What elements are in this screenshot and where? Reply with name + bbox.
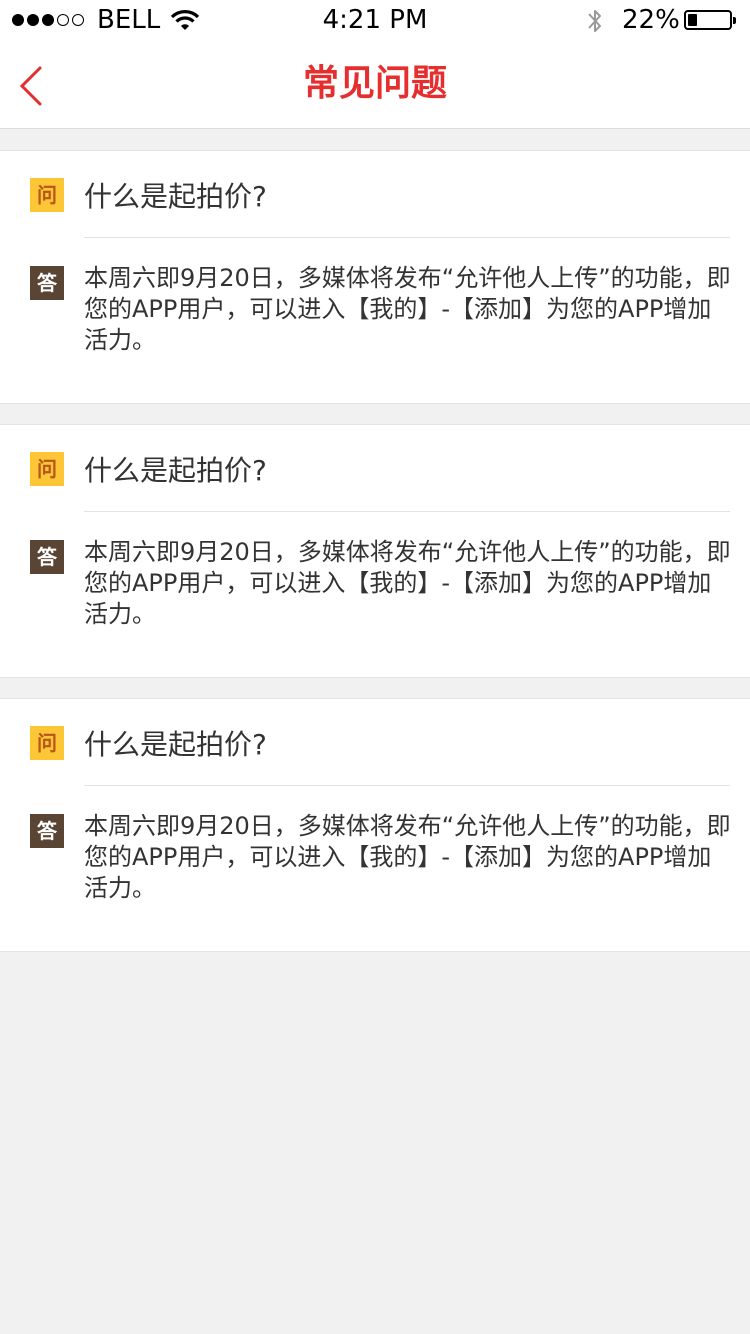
divider bbox=[84, 511, 730, 512]
divider bbox=[84, 785, 730, 786]
faq-card: 问 什么是起拍价? 答 本周六即9月20日，多媒体将发布“允许他人上传”的功能，… bbox=[0, 424, 750, 678]
faq-answer: 本周六即9月20日，多媒体将发布“允许他人上传”的功能，即您的APP用户，可以进… bbox=[84, 264, 731, 354]
battery-level-fill bbox=[688, 14, 697, 26]
battery-icon bbox=[684, 10, 736, 30]
question-badge: 问 bbox=[30, 726, 64, 760]
faq-answer: 本周六即9月20日，多媒体将发布“允许他人上传”的功能，即您的APP用户，可以进… bbox=[84, 538, 731, 628]
answer-badge: 答 bbox=[30, 266, 64, 300]
navigation-bar: 常见问题 bbox=[0, 40, 750, 129]
divider bbox=[84, 237, 730, 238]
status-bar: BELL 4:21 PM 22% bbox=[0, 0, 750, 40]
faq-question: 什么是起拍价? bbox=[84, 728, 267, 761]
bluetooth-icon bbox=[588, 10, 601, 32]
question-badge: 问 bbox=[30, 452, 64, 486]
answer-badge: 答 bbox=[30, 540, 64, 574]
faq-question: 什么是起拍价? bbox=[84, 180, 267, 213]
battery-cap bbox=[733, 17, 736, 24]
faq-answer: 本周六即9月20日，多媒体将发布“允许他人上传”的功能，即您的APP用户，可以进… bbox=[84, 812, 731, 902]
faq-card: 问 什么是起拍价? 答 本周六即9月20日，多媒体将发布“允许他人上传”的功能，… bbox=[0, 698, 750, 952]
question-badge: 问 bbox=[30, 178, 64, 212]
answer-badge: 答 bbox=[30, 814, 64, 848]
faq-list: 问 什么是起拍价? 答 本周六即9月20日，多媒体将发布“允许他人上传”的功能，… bbox=[0, 150, 750, 972]
battery-percentage: 22% bbox=[622, 5, 680, 35]
page-title: 常见问题 bbox=[302, 63, 447, 104]
faq-question: 什么是起拍价? bbox=[84, 454, 267, 487]
faq-card: 问 什么是起拍价? 答 本周六即9月20日，多媒体将发布“允许他人上传”的功能，… bbox=[0, 150, 750, 404]
